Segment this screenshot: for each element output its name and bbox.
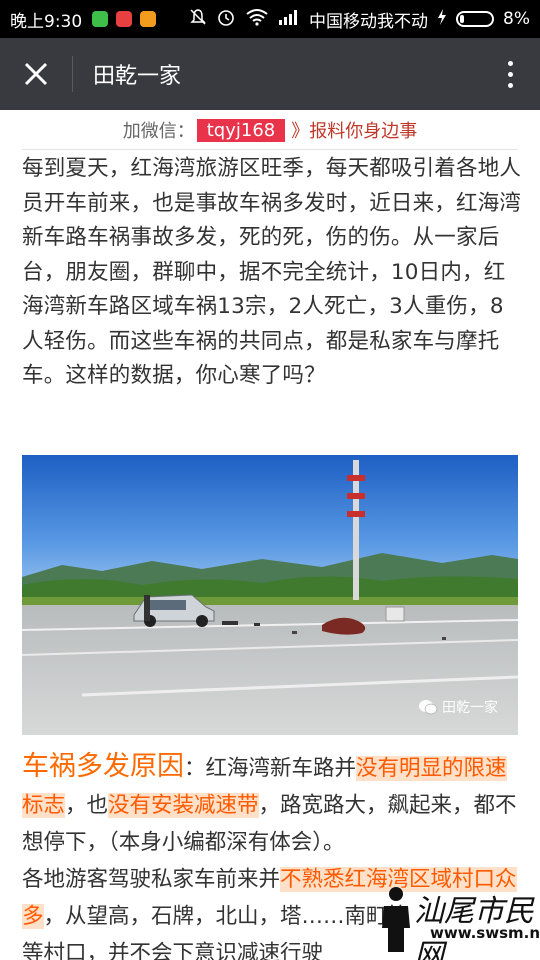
accident-photo[interactable]: 田乾一家 <box>22 455 518 735</box>
more-dot-icon <box>507 60 513 66</box>
highlight-no-speed-bump: 没有安装减速带 <box>108 793 259 818</box>
app-green-icon <box>92 11 109 27</box>
wechat-id-badge: tqyj168 <box>196 118 286 142</box>
accident-photo-image <box>22 455 518 735</box>
carrier-label: 中国移动我不动 <box>309 11 429 32</box>
more-dot-icon <box>507 71 513 77</box>
status-time: 晚上9:30 <box>10 11 83 32</box>
cause-text-5: ，从望高，石牌，北山，塔 <box>43 904 302 929</box>
close-icon <box>24 62 48 86</box>
promo-divider <box>22 149 518 150</box>
page-title: 田乾一家 <box>93 64 182 89</box>
heading-colon: ： <box>184 756 206 781</box>
promo-line: 加微信： tqyj168 》 报料你身边事 <box>0 112 540 148</box>
app-play-icon <box>116 11 133 27</box>
signal-icon <box>278 9 300 29</box>
promo-arrow: 》 <box>291 121 310 142</box>
wechat-icon <box>419 700 438 715</box>
more-menu-button[interactable] <box>480 38 540 110</box>
top-bar: 田乾一家 <box>0 38 540 110</box>
charging-icon <box>437 9 447 29</box>
app-orange-icon <box>140 11 157 27</box>
status-bar: 晚上9:30 中国移动我不动 8% <box>0 0 540 38</box>
figure-silhouette-icon <box>382 887 410 952</box>
article-paragraph: 每到夏天，红海湾旅游区旺季，每天都吸引着各地人员开车前来，也是事故车祸多发时，近… <box>22 156 522 388</box>
cause-text-2: ，也 <box>65 793 109 818</box>
battery-level: 8% <box>503 9 530 29</box>
site-logo: 汕尾市民网 www.swsm.net <box>374 884 540 960</box>
cause-text-7: 等村口，并不会下意识减速行驶 <box>22 941 324 960</box>
logo-text: 汕尾市民网 <box>414 894 534 960</box>
photo-watermark: 田乾一家 <box>418 697 498 717</box>
battery-icon <box>456 11 495 27</box>
more-dot-icon <box>507 82 513 88</box>
mute-icon <box>189 8 207 30</box>
topbar-divider <box>72 56 73 92</box>
close-button[interactable] <box>0 38 72 110</box>
watermark-text: 田乾一家 <box>442 700 498 716</box>
alarm-icon <box>216 7 236 31</box>
logo-url: www.swsm.net <box>430 924 540 942</box>
cause-text-1: 红海湾新车路并 <box>205 756 357 781</box>
wifi-icon <box>245 8 269 30</box>
section-heading: 车祸多发原因 <box>22 751 184 782</box>
promo-prefix: 加微信： <box>122 121 195 142</box>
cause-text-4: 各地游客驾驶私家车前来并 <box>22 867 281 892</box>
promo-report-link[interactable]: 报料你身边事 <box>309 117 417 143</box>
